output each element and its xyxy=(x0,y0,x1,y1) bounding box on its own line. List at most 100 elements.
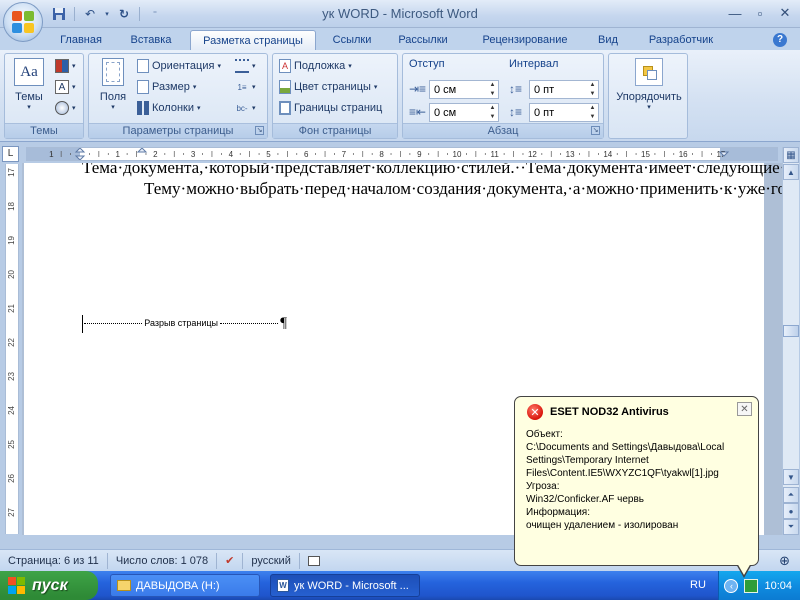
group-themes: Aa Темы ▾ ▾ A ▾ ▾ Темы xyxy=(4,53,84,139)
office-logo-icon xyxy=(11,10,35,34)
tab-insert[interactable]: Вставка xyxy=(120,30,182,50)
ruler-number: 2 xyxy=(153,150,158,159)
windows-logo-icon xyxy=(8,576,26,595)
spacing-before-icon: ↕≡ xyxy=(509,82,523,96)
balloon-close-button[interactable]: ✕ xyxy=(737,402,752,416)
group-label-themes: Темы xyxy=(5,123,83,138)
spinner-arrows-icon[interactable]: ▲ ▼ xyxy=(587,104,598,121)
size-button[interactable]: Размер ▾ xyxy=(137,80,196,94)
status-language[interactable]: русский xyxy=(243,552,300,569)
tab-view[interactable]: Вид xyxy=(588,30,628,50)
spacing-after-icon: ↕≡ xyxy=(509,105,523,119)
breaks-icon xyxy=(235,59,249,73)
orientation-label: Ориентация xyxy=(152,60,215,72)
spacing-before-input[interactable]: 0 пт ▲ ▼ xyxy=(529,80,599,99)
theme-fonts-icon: A xyxy=(55,80,69,94)
ruler-number: 4 xyxy=(229,150,234,159)
watermark-button[interactable]: A Подложка ▾ xyxy=(279,59,352,73)
indent-right-value: 0 см xyxy=(434,106,457,119)
spacing-after-input[interactable]: 0 пт ▲ ▼ xyxy=(529,103,599,122)
vertical-scrollbar[interactable]: ▦ ▲ ▼ ⏶ ● ⏷ xyxy=(782,147,799,535)
next-page-button[interactable]: ⏷ xyxy=(783,519,799,535)
theme-colors-button[interactable]: ▾ xyxy=(55,59,76,73)
indent-right-input[interactable]: 0 см ▲ ▼ xyxy=(429,103,499,122)
taskbar-item-explorer[interactable]: ДАВЫДОВА (H:) xyxy=(110,574,260,597)
tab-page-layout[interactable]: Разметка страницы xyxy=(190,30,316,50)
prev-page-button[interactable]: ⏶ xyxy=(783,487,799,503)
text-cursor xyxy=(82,315,83,333)
ruler-number: 21 xyxy=(7,304,16,313)
ruler-number: 13 xyxy=(566,150,575,159)
show-hidden-icons-icon[interactable]: ‹ xyxy=(724,578,739,593)
themes-button[interactable]: Aa Темы ▾ xyxy=(9,58,49,111)
view-ruler-icon[interactable]: ▦ xyxy=(783,147,799,163)
ruler-number: 15 xyxy=(641,150,650,159)
group-paragraph: Отступ Интервал ⇥≡ 0 см ▲ ▼ ≡⇤ 0 см ▲ ▼ ↕≡… xyxy=(402,53,604,139)
balloon-line: Win32/Conficker.AF червь xyxy=(526,494,644,505)
paragraph-1[interactable]: Тема·документа,·который·представляет·кол… xyxy=(82,163,782,178)
spinner-arrows-icon[interactable]: ▲ ▼ xyxy=(587,81,598,98)
scroll-thumb[interactable] xyxy=(783,325,799,337)
ruler-number: 1 xyxy=(49,150,54,159)
spellcheck-status[interactable]: ✔ xyxy=(217,552,244,569)
spinner-arrows-icon[interactable]: ▲ ▼ xyxy=(487,104,498,121)
status-page[interactable]: Страница: 6 из 11 xyxy=(0,552,108,569)
margins-button[interactable]: Поля ▾ xyxy=(95,58,131,111)
watermark-icon: A xyxy=(279,59,291,73)
page-borders-label: Границы страниц xyxy=(294,102,383,114)
close-button[interactable]: ✕ xyxy=(773,3,797,23)
browse-object-button[interactable]: ● xyxy=(783,503,799,519)
tab-mailings[interactable]: Рассылки xyxy=(390,30,456,50)
theme-fonts-button[interactable]: A ▾ xyxy=(55,80,76,94)
group-label-page-background: Фон страницы xyxy=(273,123,397,138)
taskbar-item-word[interactable]: W ук WORD - Microsoft ... xyxy=(270,574,420,597)
paragraph-2[interactable]: Тему·можно·выбрать·перед·началом·создани… xyxy=(82,178,782,199)
zoom-in-icon[interactable]: ⊕ xyxy=(779,553,790,569)
document-text[interactable]: Тема·документа,·который·представляет·кол… xyxy=(82,163,782,199)
horizontal-ruler[interactable]: 1 1 2 3 4 5 6 7 8 9 10 11 12 13 14 15 16 17 xyxy=(26,147,778,161)
page-borders-button[interactable]: Границы страниц xyxy=(279,101,382,115)
spinner-arrows-icon[interactable]: ▲ ▼ xyxy=(487,81,498,98)
status-words[interactable]: Число слов: 1 078 xyxy=(108,552,218,569)
line-numbers-icon: 1≡ xyxy=(237,82,247,92)
page-break-marker[interactable]: Разрыв страницы ¶ xyxy=(82,315,287,333)
tab-references[interactable]: Ссылки xyxy=(322,30,382,50)
balloon-line: C:\Documents and Settings\Давыдова\Local xyxy=(526,442,725,453)
tab-developer[interactable]: Разработчик xyxy=(636,30,726,50)
maximize-button[interactable]: ▫ xyxy=(748,3,772,23)
macro-recording-status[interactable] xyxy=(300,553,328,569)
tab-selector-button[interactable]: L xyxy=(2,146,19,162)
vertical-ruler[interactable]: 17 18 19 20 21 22 23 24 25 26 27 xyxy=(5,164,19,534)
margins-label: Поля xyxy=(99,91,127,103)
language-indicator[interactable]: RU xyxy=(690,579,706,591)
tab-home[interactable]: Главная xyxy=(50,30,112,50)
help-icon[interactable]: ? xyxy=(770,30,790,50)
indent-left-input[interactable]: 0 см ▲ ▼ xyxy=(429,80,499,99)
spacing-after-value: 0 пт xyxy=(534,106,555,119)
balloon-line: Информация: xyxy=(526,507,591,518)
start-button[interactable]: пуск xyxy=(0,571,98,600)
minimize-button[interactable]: — xyxy=(723,3,747,23)
watermark-label: Подложка xyxy=(294,60,346,72)
ruler-number: 20 xyxy=(7,270,16,279)
breaks-button[interactable]: ▾ xyxy=(235,59,256,73)
orientation-button[interactable]: Ориентация ▾ xyxy=(137,59,221,73)
tab-review[interactable]: Рецензирование xyxy=(470,30,580,50)
arrange-button[interactable]: Упорядочить ▾ xyxy=(613,58,685,111)
columns-button[interactable]: Колонки ▾ xyxy=(137,101,201,115)
scroll-up-button[interactable]: ▲ xyxy=(783,164,799,180)
theme-colors-icon xyxy=(55,59,69,73)
line-numbers-button[interactable]: 1≡ ▾ xyxy=(235,80,255,94)
title-bar: ↶ ▾ ↻ ⁼ ук WORD - Microsoft Word — ▫ ✕ xyxy=(0,0,800,42)
eset-tray-icon[interactable] xyxy=(744,578,759,593)
orientation-icon xyxy=(137,59,149,73)
hyphenation-button[interactable]: bc- ▾ xyxy=(235,101,255,115)
zoom-control[interactable]: ⊕ xyxy=(779,553,790,569)
paragraph-launcher-icon[interactable]: ↘ xyxy=(591,126,600,135)
office-button[interactable] xyxy=(3,2,43,42)
page-setup-launcher-icon[interactable]: ↘ xyxy=(255,126,264,135)
scroll-down-button[interactable]: ▼ xyxy=(783,469,799,485)
theme-effects-button[interactable]: ▾ xyxy=(55,101,76,115)
page-color-button[interactable]: Цвет страницы ▾ xyxy=(279,80,377,94)
ruler-number: 17 xyxy=(7,168,16,177)
